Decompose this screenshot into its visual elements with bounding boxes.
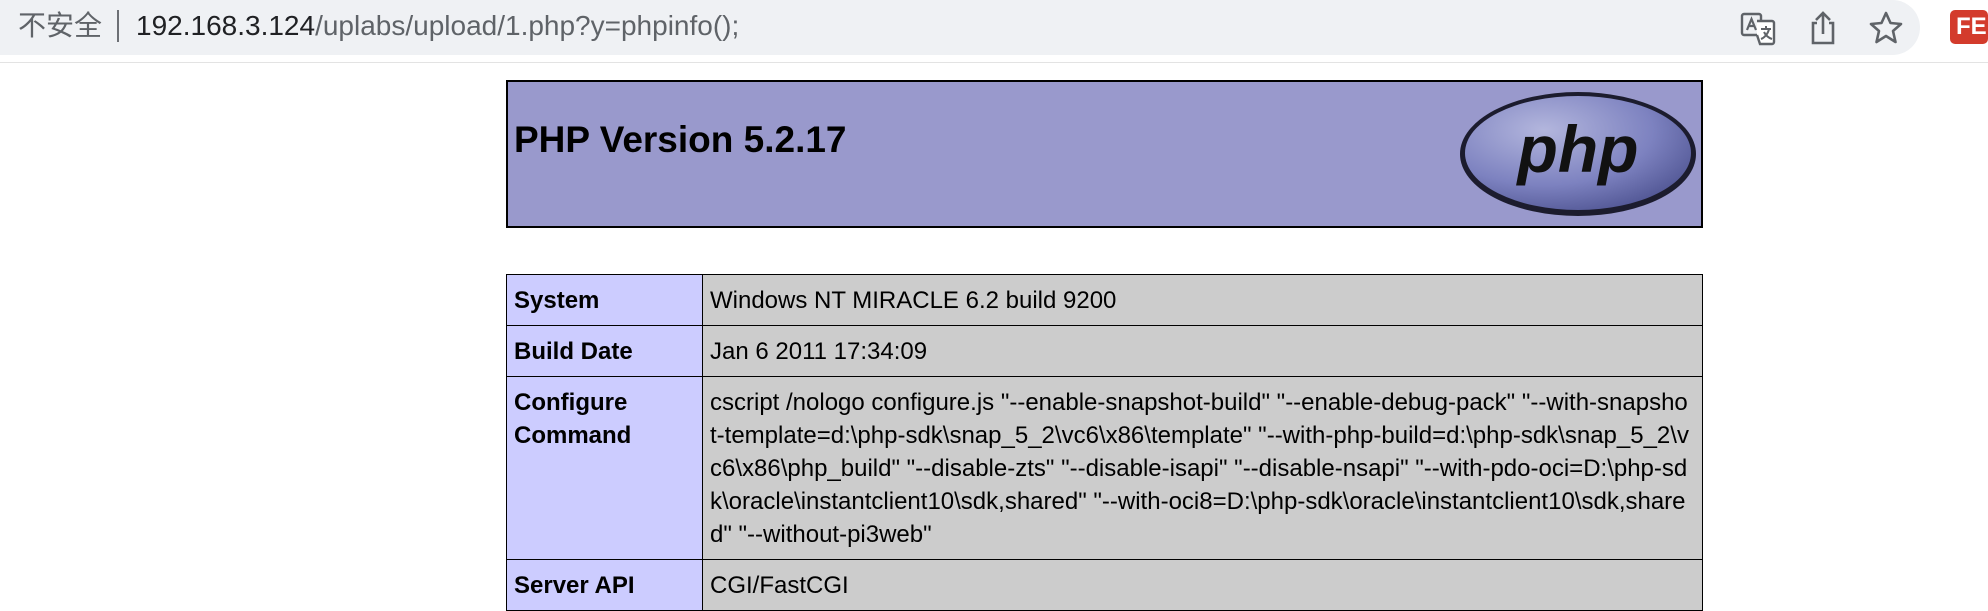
- phpinfo-header: PHP Version 5.2.17 php: [506, 80, 1703, 228]
- security-status-label[interactable]: 不安全: [18, 9, 102, 43]
- php-logo-text: php: [1516, 112, 1639, 186]
- row-value-server-api: CGI/FastCGI: [702, 559, 1703, 611]
- url-path: /uplabs/upload/1.php?y=phpinfo();: [315, 10, 740, 41]
- phpinfo-table: System Windows NT MIRACLE 6.2 build 9200…: [506, 274, 1703, 611]
- row-value-system: Windows NT MIRACLE 6.2 build 9200: [702, 274, 1703, 326]
- address-bar[interactable]: 不安全 192.168.3.124/uplabs/upload/1.php?y=…: [0, 0, 1920, 55]
- row-value-configure-command: cscript /nologo configure.js "--enable-s…: [702, 376, 1703, 560]
- row-label-configure-command: Configure Command: [506, 376, 703, 560]
- star-icon[interactable]: [1866, 8, 1906, 48]
- row-label-build-date: Build Date: [506, 325, 703, 377]
- row-value-build-date: Jan 6 2011 17:34:09: [702, 325, 1703, 377]
- browser-toolbar: 不安全 192.168.3.124/uplabs/upload/1.php?y=…: [0, 0, 1988, 63]
- url-host: 192.168.3.124: [136, 10, 316, 41]
- share-icon[interactable]: [1803, 8, 1843, 48]
- url-text[interactable]: 192.168.3.124/uplabs/upload/1.php?y=phpi…: [136, 9, 739, 43]
- table-row: Build Date Jan 6 2011 17:34:09: [506, 325, 1703, 377]
- extension-icon[interactable]: FE: [1950, 10, 1988, 44]
- php-logo[interactable]: php: [1458, 90, 1698, 218]
- translate-icon[interactable]: [1738, 8, 1778, 48]
- table-row: Configure Command cscript /nologo config…: [506, 376, 1703, 560]
- page-title: PHP Version 5.2.17: [514, 119, 847, 160]
- table-row: Server API CGI/FastCGI: [506, 559, 1703, 611]
- table-row: System Windows NT MIRACLE 6.2 build 9200: [506, 274, 1703, 326]
- row-label-system: System: [506, 274, 703, 326]
- address-separator: [117, 10, 119, 42]
- extension-badge-label: FE: [1956, 13, 1987, 40]
- row-label-server-api: Server API: [506, 559, 703, 611]
